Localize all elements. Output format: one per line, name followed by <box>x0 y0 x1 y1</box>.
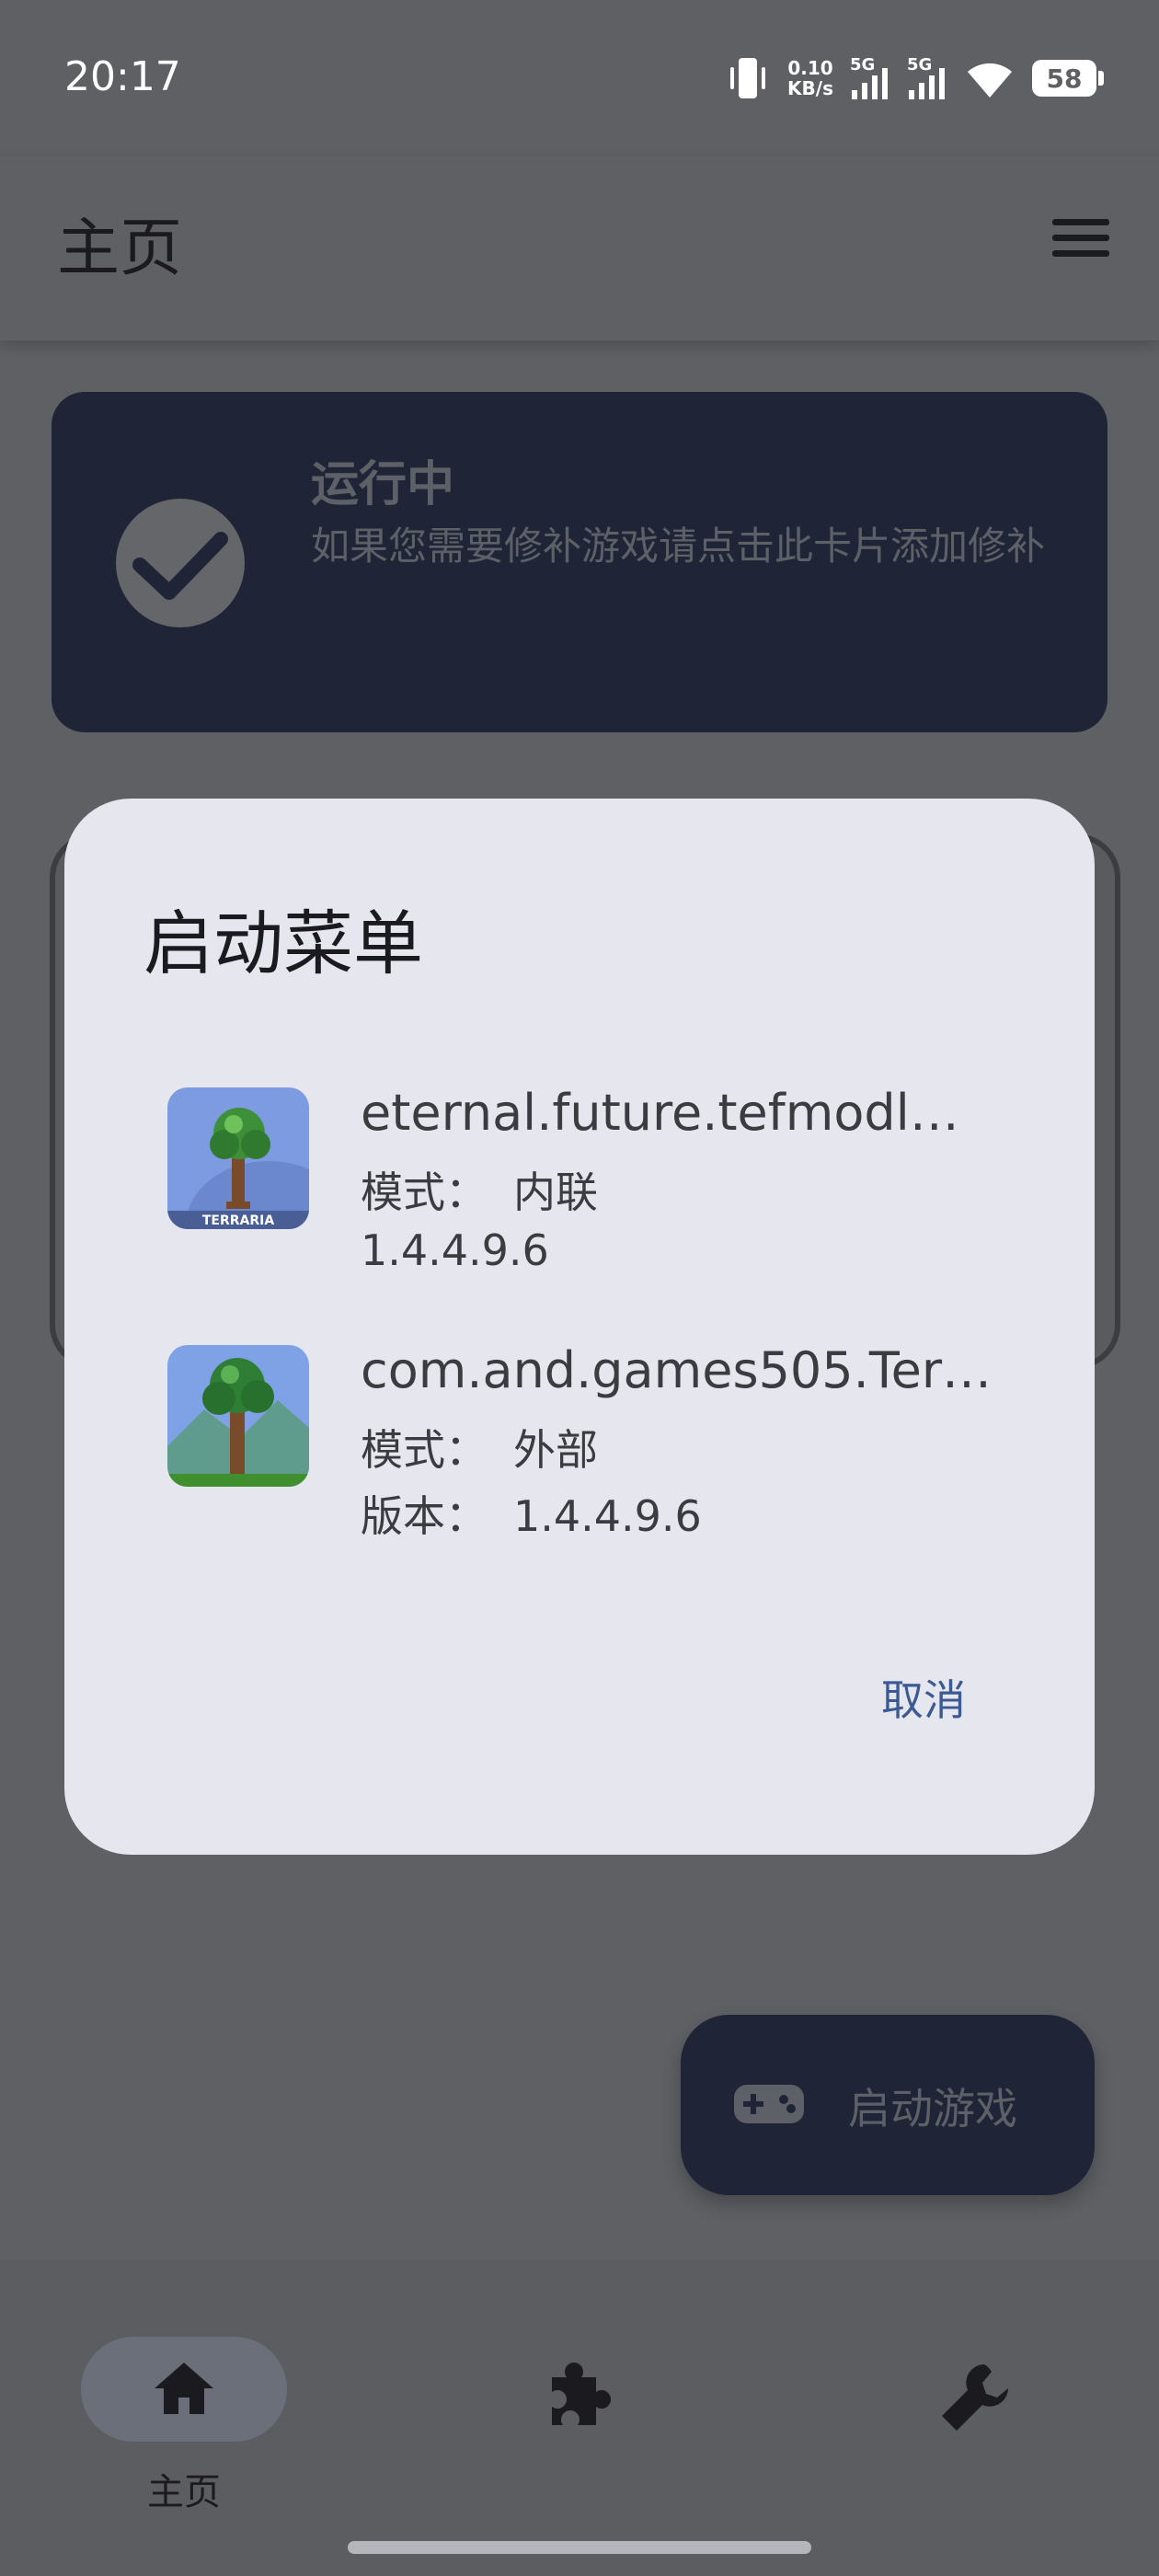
home-icon <box>155 2363 213 2414</box>
bottom-navigation: 主页 <box>0 2260 1159 2576</box>
signal-5g-2: 5G <box>907 55 947 101</box>
status-bar: 20:17 0.10 KB/s 5G 5G 58 <box>0 0 1159 156</box>
nav-item-patches[interactable] <box>478 2300 681 2484</box>
package-name: com.and.games505.Ter… <box>361 1341 993 1399</box>
net-speed-unit: KB/s <box>787 77 833 99</box>
mode-label: 模式： <box>361 1425 488 1475</box>
mode-label: 模式： <box>361 1167 488 1217</box>
nav-item-tools[interactable] <box>872 2300 1074 2484</box>
version-value: 1.4.4.9.6 <box>513 1491 702 1541</box>
gamepad-icon <box>734 2085 804 2123</box>
status-description: 如果您需要修补游戏请点击此卡片添加修补 <box>311 523 1046 569</box>
nav-label-home: 主页 <box>147 2471 221 2513</box>
status-time: 20:17 <box>64 53 181 100</box>
net-speed-value: 0.10 <box>787 57 833 79</box>
app-bar: 主页 <box>0 156 1159 340</box>
page-title: 主页 <box>57 213 183 285</box>
net-speed: 0.10 KB/s <box>787 58 833 98</box>
battery-indicator: 58 <box>1032 60 1104 97</box>
check-circle-icon <box>116 499 245 627</box>
dialog-title: 启动菜单 <box>143 903 423 984</box>
nav-item-home[interactable]: 主页 <box>81 2300 287 2513</box>
status-icons: 0.10 KB/s 5G 5G 58 <box>725 53 1104 103</box>
version-label: 版本： <box>361 1491 488 1541</box>
version-row: 1.4.4.9.6 <box>361 1225 549 1275</box>
terraria-tree-icon <box>167 1345 309 1487</box>
terraria-tree-icon: TERRARIA <box>167 1087 309 1229</box>
mode-row: 模式： 外部 <box>361 1417 598 1478</box>
version-value: 1.4.4.9.6 <box>361 1225 549 1275</box>
mode-value: 内联 <box>513 1167 598 1217</box>
cancel-button[interactable]: 取消 <box>881 1667 966 1728</box>
launch-entry[interactable]: TERRARIA eternal.future.tefmodl… 模式： 内联 1… <box>167 1084 1050 1275</box>
package-name: eternal.future.tefmodl… <box>361 1084 959 1142</box>
mode-value: 外部 <box>513 1425 598 1475</box>
vibrate-icon <box>730 58 766 98</box>
launch-game-button[interactable]: 启动游戏 <box>681 2015 1095 2195</box>
mode-row: 模式： 内联 <box>361 1159 598 1220</box>
launch-entry[interactable]: com.and.games505.Ter… 模式： 外部 版本： 1.4.4.9.6 <box>167 1341 1050 1541</box>
status-title: 运行中 <box>311 457 455 512</box>
status-card[interactable]: 运行中 如果您需要修补游戏请点击此卡片添加修补 <box>52 392 1107 732</box>
svg-text:TERRARIA: TERRARIA <box>202 1213 274 1228</box>
launch-menu-dialog: 启动菜单 TERRARIA eternal.future.tefmodl… 模式… <box>64 799 1095 1855</box>
hamburger-menu-icon[interactable] <box>1049 212 1113 267</box>
version-row: 版本： 1.4.4.9.6 <box>361 1483 702 1544</box>
home-indicator[interactable] <box>348 2541 811 2554</box>
puzzle-icon <box>552 2363 611 2425</box>
launch-game-label: 启动游戏 <box>848 2084 1017 2133</box>
signal-5g-1: 5G <box>850 55 890 101</box>
wrench-icon <box>942 2364 1008 2431</box>
signal-bars-icon <box>909 68 945 99</box>
signal-bars-icon <box>852 68 888 99</box>
wifi-icon <box>968 63 1012 98</box>
